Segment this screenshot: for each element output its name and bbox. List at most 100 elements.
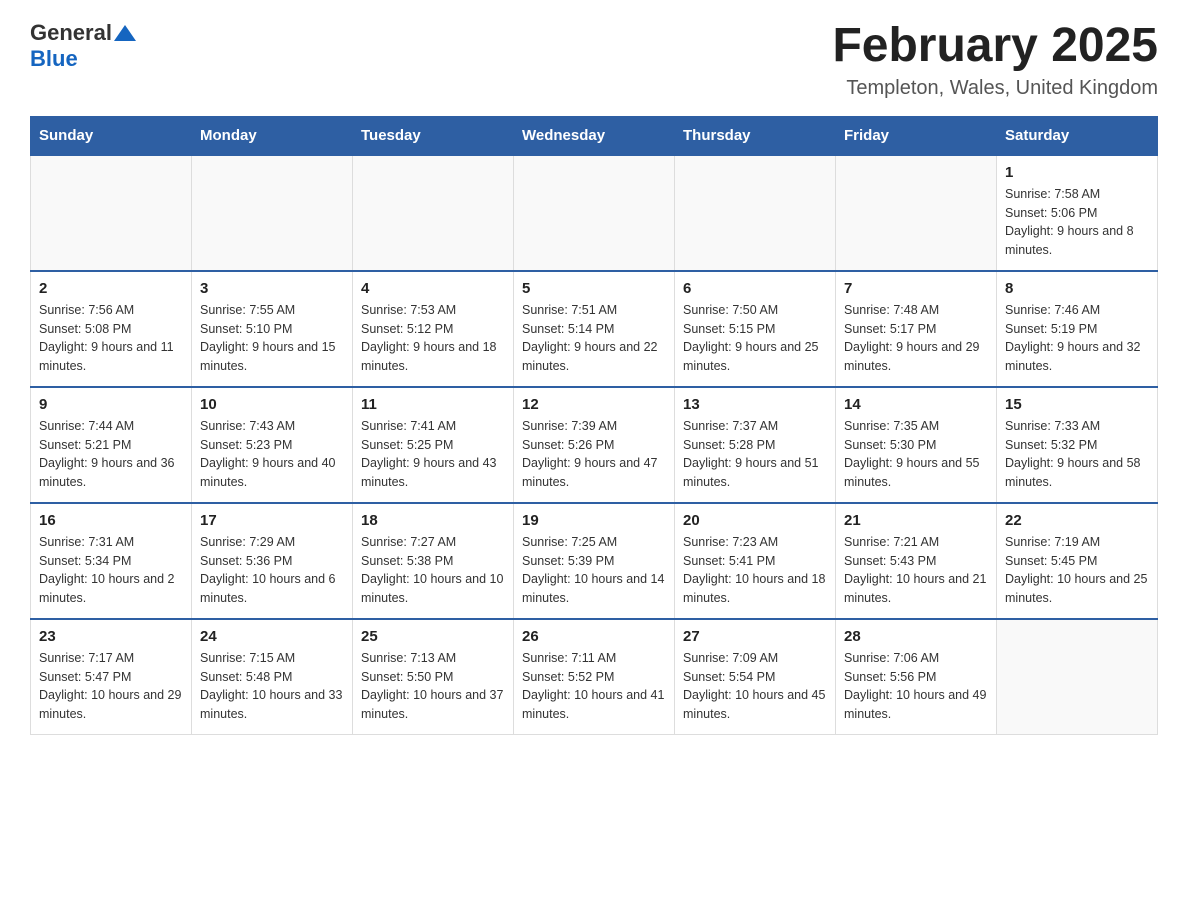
calendar-day-cell: 27Sunrise: 7:09 AMSunset: 5:54 PMDayligh… [675,619,836,735]
title-block: February 2025 Templeton, Wales, United K… [832,20,1158,100]
day-of-week-header: Wednesday [514,116,675,155]
calendar-day-cell: 11 Sunrise: 7:41 AMSunset: 5:25 PMDayligh… [353,387,514,503]
day-info: Sunrise: 7:17 AMSunset: 5:47 PMDaylight:… [39,649,183,724]
day-number: 1 [1005,164,1149,181]
day-info: Sunrise: 7:53 AMSunset: 5:12 PMDaylight:… [361,301,505,376]
day-info: Sunrise: 7:41 AMSunset: 5:25 PMDaylight:… [361,417,505,492]
calendar-day-cell [514,155,675,271]
calendar-day-cell: 7 Sunrise: 7:48 AMSunset: 5:17 PMDaylight… [836,271,997,387]
page-header: General Blue February 2025 Templeton, Wa… [30,20,1158,100]
day-number: 16 [39,512,183,529]
calendar-day-cell: 14 Sunrise: 7:35 AMSunset: 5:30 PMDayligh… [836,387,997,503]
day-info: Sunrise: 7:46 AMSunset: 5:19 PMDaylight:… [1005,301,1149,376]
day-number: 27 [683,628,827,645]
day-number: 11 [361,396,505,413]
day-info: Sunrise: 7:39 AMSunset: 5:26 PMDaylight:… [522,417,666,492]
day-info: Sunrise: 7:06 AMSunset: 5:56 PMDaylight:… [844,649,988,724]
calendar-day-cell: 20Sunrise: 7:23 AMSunset: 5:41 PMDayligh… [675,503,836,619]
day-number: 17 [200,512,344,529]
day-number: 12 [522,396,666,413]
calendar-day-cell: 5Sunrise: 7:51 AMSunset: 5:14 PMDaylight… [514,271,675,387]
day-info: Sunrise: 7:43 AMSunset: 5:23 PMDaylight:… [200,417,344,492]
calendar-day-cell: 3Sunrise: 7:55 AMSunset: 5:10 PMDaylight… [192,271,353,387]
calendar-day-cell: 13 Sunrise: 7:37 AMSunset: 5:28 PMDayligh… [675,387,836,503]
calendar-day-cell: 18 Sunrise: 7:27 AMSunset: 5:38 PMDayligh… [353,503,514,619]
day-of-week-header: Monday [192,116,353,155]
day-number: 14 [844,396,988,413]
day-info: Sunrise: 7:35 AMSunset: 5:30 PMDaylight:… [844,417,988,492]
calendar-week-row: 2 Sunrise: 7:56 AMSunset: 5:08 PMDaylight… [31,271,1158,387]
calendar-day-cell: 16 Sunrise: 7:31 AMSunset: 5:34 PMDayligh… [31,503,192,619]
calendar-day-cell: 19Sunrise: 7:25 AMSunset: 5:39 PMDayligh… [514,503,675,619]
day-header-row: SundayMondayTuesdayWednesdayThursdayFrid… [31,116,1158,155]
day-number: 8 [1005,280,1149,297]
calendar-day-cell [997,619,1158,735]
calendar-body: 1Sunrise: 7:58 AMSunset: 5:06 PMDaylight… [31,155,1158,735]
day-number: 10 [200,396,344,413]
calendar-day-cell: 26 Sunrise: 7:11 AMSunset: 5:52 PMDayligh… [514,619,675,735]
logo-general-text: General [30,20,112,46]
logo-blue-text: Blue [30,46,78,72]
calendar-week-row: 9Sunrise: 7:44 AMSunset: 5:21 PMDaylight… [31,387,1158,503]
calendar-day-cell: 23 Sunrise: 7:17 AMSunset: 5:47 PMDayligh… [31,619,192,735]
day-info: Sunrise: 7:25 AMSunset: 5:39 PMDaylight:… [522,533,666,608]
day-number: 25 [361,628,505,645]
day-number: 26 [522,628,666,645]
day-number: 4 [361,280,505,297]
day-number: 7 [844,280,988,297]
day-number: 23 [39,628,183,645]
logo: General Blue [30,20,136,72]
day-of-week-header: Saturday [997,116,1158,155]
calendar-day-cell [192,155,353,271]
calendar-week-row: 1Sunrise: 7:58 AMSunset: 5:06 PMDaylight… [31,155,1158,271]
day-info: Sunrise: 7:21 AMSunset: 5:43 PMDaylight:… [844,533,988,608]
calendar-day-cell: 24 Sunrise: 7:15 AMSunset: 5:48 PMDayligh… [192,619,353,735]
day-of-week-header: Thursday [675,116,836,155]
day-info: Sunrise: 7:11 AMSunset: 5:52 PMDaylight:… [522,649,666,724]
calendar-week-row: 23 Sunrise: 7:17 AMSunset: 5:47 PMDayligh… [31,619,1158,735]
calendar-header: SundayMondayTuesdayWednesdayThursdayFrid… [31,116,1158,155]
calendar-day-cell: 12 Sunrise: 7:39 AMSunset: 5:26 PMDayligh… [514,387,675,503]
calendar-day-cell [31,155,192,271]
calendar-day-cell: 25 Sunrise: 7:13 AMSunset: 5:50 PMDayligh… [353,619,514,735]
calendar-day-cell: 9Sunrise: 7:44 AMSunset: 5:21 PMDaylight… [31,387,192,503]
day-info: Sunrise: 7:33 AMSunset: 5:32 PMDaylight:… [1005,417,1149,492]
logo-triangle-icon [114,22,136,44]
day-info: Sunrise: 7:27 AMSunset: 5:38 PMDaylight:… [361,533,505,608]
calendar-day-cell: 17 Sunrise: 7:29 AMSunset: 5:36 PMDayligh… [192,503,353,619]
day-info: Sunrise: 7:48 AMSunset: 5:17 PMDaylight:… [844,301,988,376]
day-number: 24 [200,628,344,645]
calendar-day-cell: 1Sunrise: 7:58 AMSunset: 5:06 PMDaylight… [997,155,1158,271]
calendar-day-cell [675,155,836,271]
day-number: 2 [39,280,183,297]
day-number: 13 [683,396,827,413]
calendar-day-cell: 21 Sunrise: 7:21 AMSunset: 5:43 PMDayligh… [836,503,997,619]
day-of-week-header: Friday [836,116,997,155]
day-info: Sunrise: 7:37 AMSunset: 5:28 PMDaylight:… [683,417,827,492]
day-of-week-header: Tuesday [353,116,514,155]
day-number: 15 [1005,396,1149,413]
day-info: Sunrise: 7:31 AMSunset: 5:34 PMDaylight:… [39,533,183,608]
calendar-day-cell: 28 Sunrise: 7:06 AMSunset: 5:56 PMDayligh… [836,619,997,735]
calendar-day-cell: 4 Sunrise: 7:53 AMSunset: 5:12 PMDaylight… [353,271,514,387]
calendar-day-cell: 2 Sunrise: 7:56 AMSunset: 5:08 PMDaylight… [31,271,192,387]
day-info: Sunrise: 7:23 AMSunset: 5:41 PMDaylight:… [683,533,827,608]
day-info: Sunrise: 7:15 AMSunset: 5:48 PMDaylight:… [200,649,344,724]
day-info: Sunrise: 7:44 AMSunset: 5:21 PMDaylight:… [39,417,183,492]
day-info: Sunrise: 7:29 AMSunset: 5:36 PMDaylight:… [200,533,344,608]
day-number: 6 [683,280,827,297]
calendar-table: SundayMondayTuesdayWednesdayThursdayFrid… [30,116,1158,735]
month-title: February 2025 [832,20,1158,73]
day-info: Sunrise: 7:13 AMSunset: 5:50 PMDaylight:… [361,649,505,724]
day-info: Sunrise: 7:50 AMSunset: 5:15 PMDaylight:… [683,301,827,376]
calendar-day-cell: 8 Sunrise: 7:46 AMSunset: 5:19 PMDaylight… [997,271,1158,387]
day-info: Sunrise: 7:56 AMSunset: 5:08 PMDaylight:… [39,301,183,376]
calendar-day-cell: 15 Sunrise: 7:33 AMSunset: 5:32 PMDayligh… [997,387,1158,503]
day-info: Sunrise: 7:19 AMSunset: 5:45 PMDaylight:… [1005,533,1149,608]
day-number: 21 [844,512,988,529]
calendar-day-cell [353,155,514,271]
calendar-day-cell: 22Sunrise: 7:19 AMSunset: 5:45 PMDayligh… [997,503,1158,619]
day-number: 28 [844,628,988,645]
day-number: 18 [361,512,505,529]
calendar-week-row: 16 Sunrise: 7:31 AMSunset: 5:34 PMDayligh… [31,503,1158,619]
